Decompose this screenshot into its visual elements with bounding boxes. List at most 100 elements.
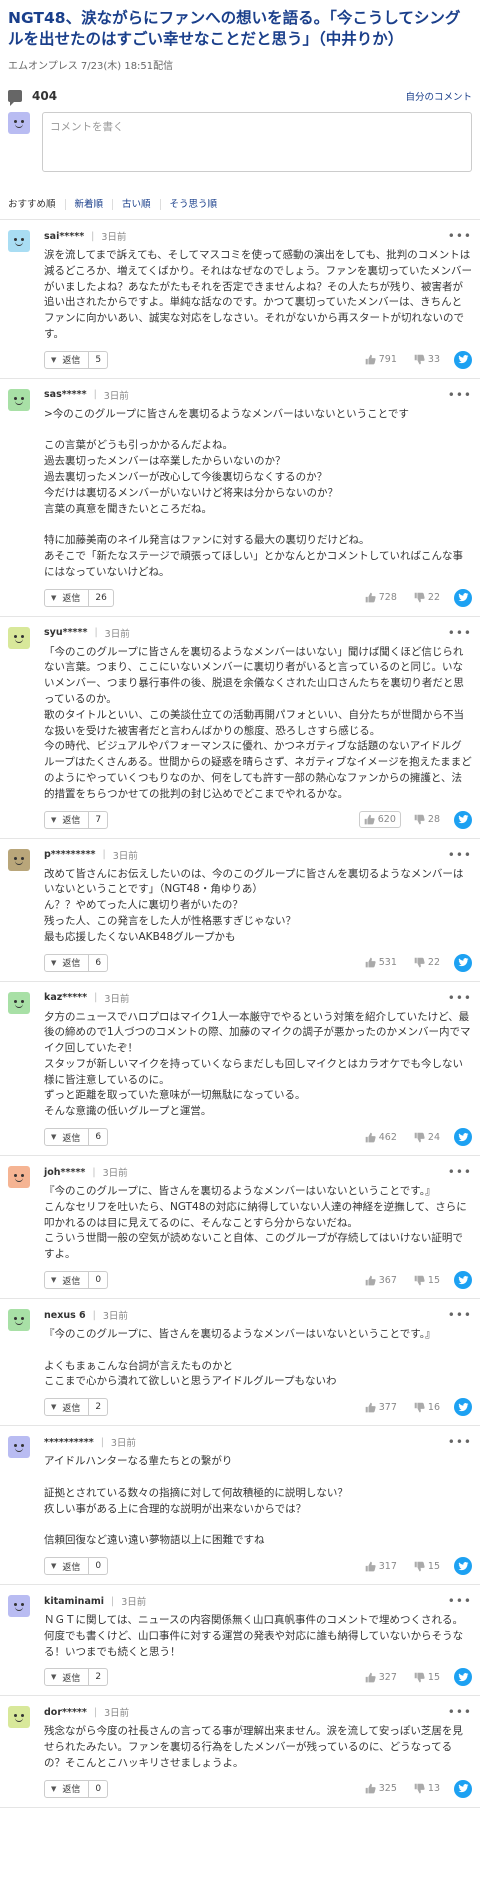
reply-button[interactable]: ▼ 返信 0	[44, 1271, 109, 1290]
avatar-face-icon	[8, 1309, 30, 1331]
agree-button[interactable]: 791	[361, 352, 401, 367]
comment-line: 夕方のニュースでハロプロはマイク1人一本厳守でやるという対策を紹介していたけど、…	[44, 1010, 471, 1055]
twitter-share-button[interactable]	[454, 1557, 472, 1576]
vote-group: 531 22	[352, 953, 472, 972]
thumbs-down-icon	[414, 1672, 425, 1683]
comment-line: 歌のタイトルといい、この美談仕立ての活動再開パフォといい、自分たちが世間から不当…	[44, 708, 464, 737]
reply-button[interactable]: ▼ 返信 0	[44, 1779, 109, 1798]
disagree-count: 15	[427, 1560, 440, 1572]
caret-down-icon: ▼	[51, 958, 57, 967]
disagree-button[interactable]: 24	[410, 1130, 444, 1145]
divider: |	[111, 1595, 115, 1607]
more-options-icon[interactable]: •••	[448, 848, 472, 862]
agree-button[interactable]: 462	[361, 1130, 401, 1145]
disagree-button[interactable]: 22	[410, 955, 444, 970]
comment-line: 最も応援したくないAKB48グループかも	[44, 930, 236, 943]
comment-item: dor***** | 3日前 ••• 残念ながら今度の社長さんの言ってる事が理解…	[0, 1696, 480, 1808]
comment-line: ん？？やめてった人に裏切り者がいたの？	[44, 899, 243, 912]
twitter-share-button[interactable]	[454, 1779, 472, 1798]
twitter-share-button[interactable]	[454, 350, 472, 369]
more-options-icon[interactable]: •••	[448, 1435, 472, 1449]
comment-line: ＮＧＴに関しては、ニュースの内容関係無く山口真帆事件のコメントで埋めつくされる。…	[44, 1614, 464, 1658]
twitter-share-button[interactable]	[454, 1398, 472, 1417]
disagree-count: 13	[427, 1783, 440, 1795]
article-source[interactable]: エムオンプレス	[8, 61, 78, 72]
article-title[interactable]: NGT48、涙ながらにファンへの想いを語る。「今こうしてシングルを出せたのはすご…	[8, 8, 472, 50]
comment-text: 残念ながら今度の社長さんの言ってる事が理解出来ません。涙を流して安っぽい芝居を見…	[44, 1724, 472, 1771]
reply-count: 6	[88, 1129, 107, 1146]
thumbs-down-icon	[414, 1275, 425, 1285]
avatar-face-icon	[8, 627, 30, 649]
comment-text: 「今のこのグループに皆さんを裏切るようなメンバーはいない」聞けば聞くほど信じられ…	[44, 645, 472, 803]
comment-text: アイドルハンターなる輩たちとの繋がり 証拠とされている数々の指摘に対して何故積極的…	[44, 1454, 472, 1549]
agree-button[interactable]: 327	[361, 1670, 401, 1685]
more-options-icon[interactable]: •••	[448, 388, 472, 402]
twitter-share-button[interactable]	[454, 1128, 472, 1147]
agree-button[interactable]: 531	[361, 955, 401, 970]
reply-button[interactable]: ▼ 返信 2	[44, 1398, 109, 1417]
reply-button[interactable]: ▼ 返信 7	[44, 810, 109, 829]
disagree-button[interactable]: 15	[410, 1559, 444, 1574]
more-options-icon[interactable]: •••	[448, 626, 472, 640]
disagree-button[interactable]: 16	[410, 1400, 444, 1415]
more-options-icon[interactable]: •••	[448, 991, 472, 1005]
disagree-button[interactable]: 13	[410, 1781, 444, 1796]
twitter-share-button[interactable]	[454, 953, 472, 972]
my-avatar	[8, 112, 30, 134]
more-options-icon[interactable]: •••	[448, 1594, 472, 1608]
disagree-button[interactable]: 22	[410, 590, 444, 605]
thumbs-down-icon	[414, 1784, 425, 1794]
twitter-share-button[interactable]	[454, 1668, 472, 1687]
twitter-share-button[interactable]	[454, 588, 472, 607]
comment-time: 3日前	[110, 1438, 136, 1450]
comment-line: そんな意識の低いグループと運営。	[44, 1105, 212, 1118]
thumbs-up-icon	[365, 1132, 376, 1142]
avatar-face-icon	[8, 112, 30, 134]
comment-input[interactable]	[42, 112, 472, 172]
disagree-button[interactable]: 33	[410, 352, 444, 367]
agree-button[interactable]: 620	[358, 811, 401, 829]
disagree-button[interactable]: 15	[410, 1670, 444, 1685]
comment-text: 『今のこのグループに、皆さんを裏切るようなメンバーはいないということです。』 よく…	[44, 1327, 472, 1390]
sort-tab-oldest[interactable]: 古い順	[112, 199, 160, 210]
comment-item: sai***** | 3日前 ••• 涙を流してまで訴えても、そしてマスコミを使…	[0, 220, 480, 379]
comment-line: 過去裏切ったメンバーは卒業したからいないのか？	[44, 455, 286, 468]
avatar-face-icon	[8, 1436, 30, 1458]
more-options-icon[interactable]: •••	[448, 229, 472, 243]
disagree-button[interactable]: 28	[410, 812, 444, 827]
divider: |	[94, 627, 98, 639]
reply-button[interactable]: ▼ 返信 5	[44, 350, 109, 369]
agree-button[interactable]: 317	[361, 1559, 401, 1574]
sort-tab-agree[interactable]: そう思う順	[159, 199, 227, 210]
reply-button[interactable]: ▼ 返信 26	[44, 588, 114, 607]
avatar-face-icon	[8, 389, 30, 411]
own-comments-link[interactable]: 自分のコメント	[405, 89, 472, 103]
article-meta: エムオンプレス 7/23(木) 18:51配信	[8, 57, 472, 72]
comment-text: 夕方のニュースでハロプロはマイク1人一本厳守でやるという対策を紹介していたけど、…	[44, 1010, 472, 1121]
disagree-count: 28	[427, 814, 440, 826]
sort-tab-recommended[interactable]: おすすめ順	[2, 199, 65, 210]
avatar-face-icon	[8, 849, 30, 871]
more-options-icon[interactable]: •••	[448, 1705, 472, 1719]
comment-line: 『今のこのグループに、皆さんを裏切るようなメンバーはいないということです。』	[44, 1185, 436, 1198]
reply-button[interactable]: ▼ 返信 6	[44, 1128, 109, 1147]
caret-down-icon: ▼	[51, 1562, 57, 1571]
reply-button[interactable]: ▼ 返信 6	[44, 953, 109, 972]
comment-header: kitaminami | 3日前 •••	[44, 1594, 472, 1608]
comment-line: この言葉がどうも引っかかるんだよね。	[44, 439, 233, 452]
more-options-icon[interactable]: •••	[448, 1165, 472, 1179]
twitter-share-button[interactable]	[454, 1271, 472, 1290]
disagree-button[interactable]: 15	[410, 1273, 444, 1288]
comment-time: 3日前	[104, 993, 130, 1005]
reply-button[interactable]: ▼ 返信 0	[44, 1557, 109, 1576]
sort-tab-newest[interactable]: 新着順	[64, 199, 113, 210]
agree-button[interactable]: 325	[361, 1781, 401, 1796]
agree-button[interactable]: 367	[361, 1273, 401, 1288]
thumbs-up-icon	[365, 1672, 376, 1683]
agree-button[interactable]: 377	[361, 1400, 401, 1415]
reply-button[interactable]: ▼ 返信 2	[44, 1668, 109, 1687]
reply-label: 返信	[62, 1403, 81, 1414]
twitter-share-button[interactable]	[454, 810, 472, 829]
more-options-icon[interactable]: •••	[448, 1308, 472, 1322]
agree-button[interactable]: 728	[361, 590, 401, 605]
